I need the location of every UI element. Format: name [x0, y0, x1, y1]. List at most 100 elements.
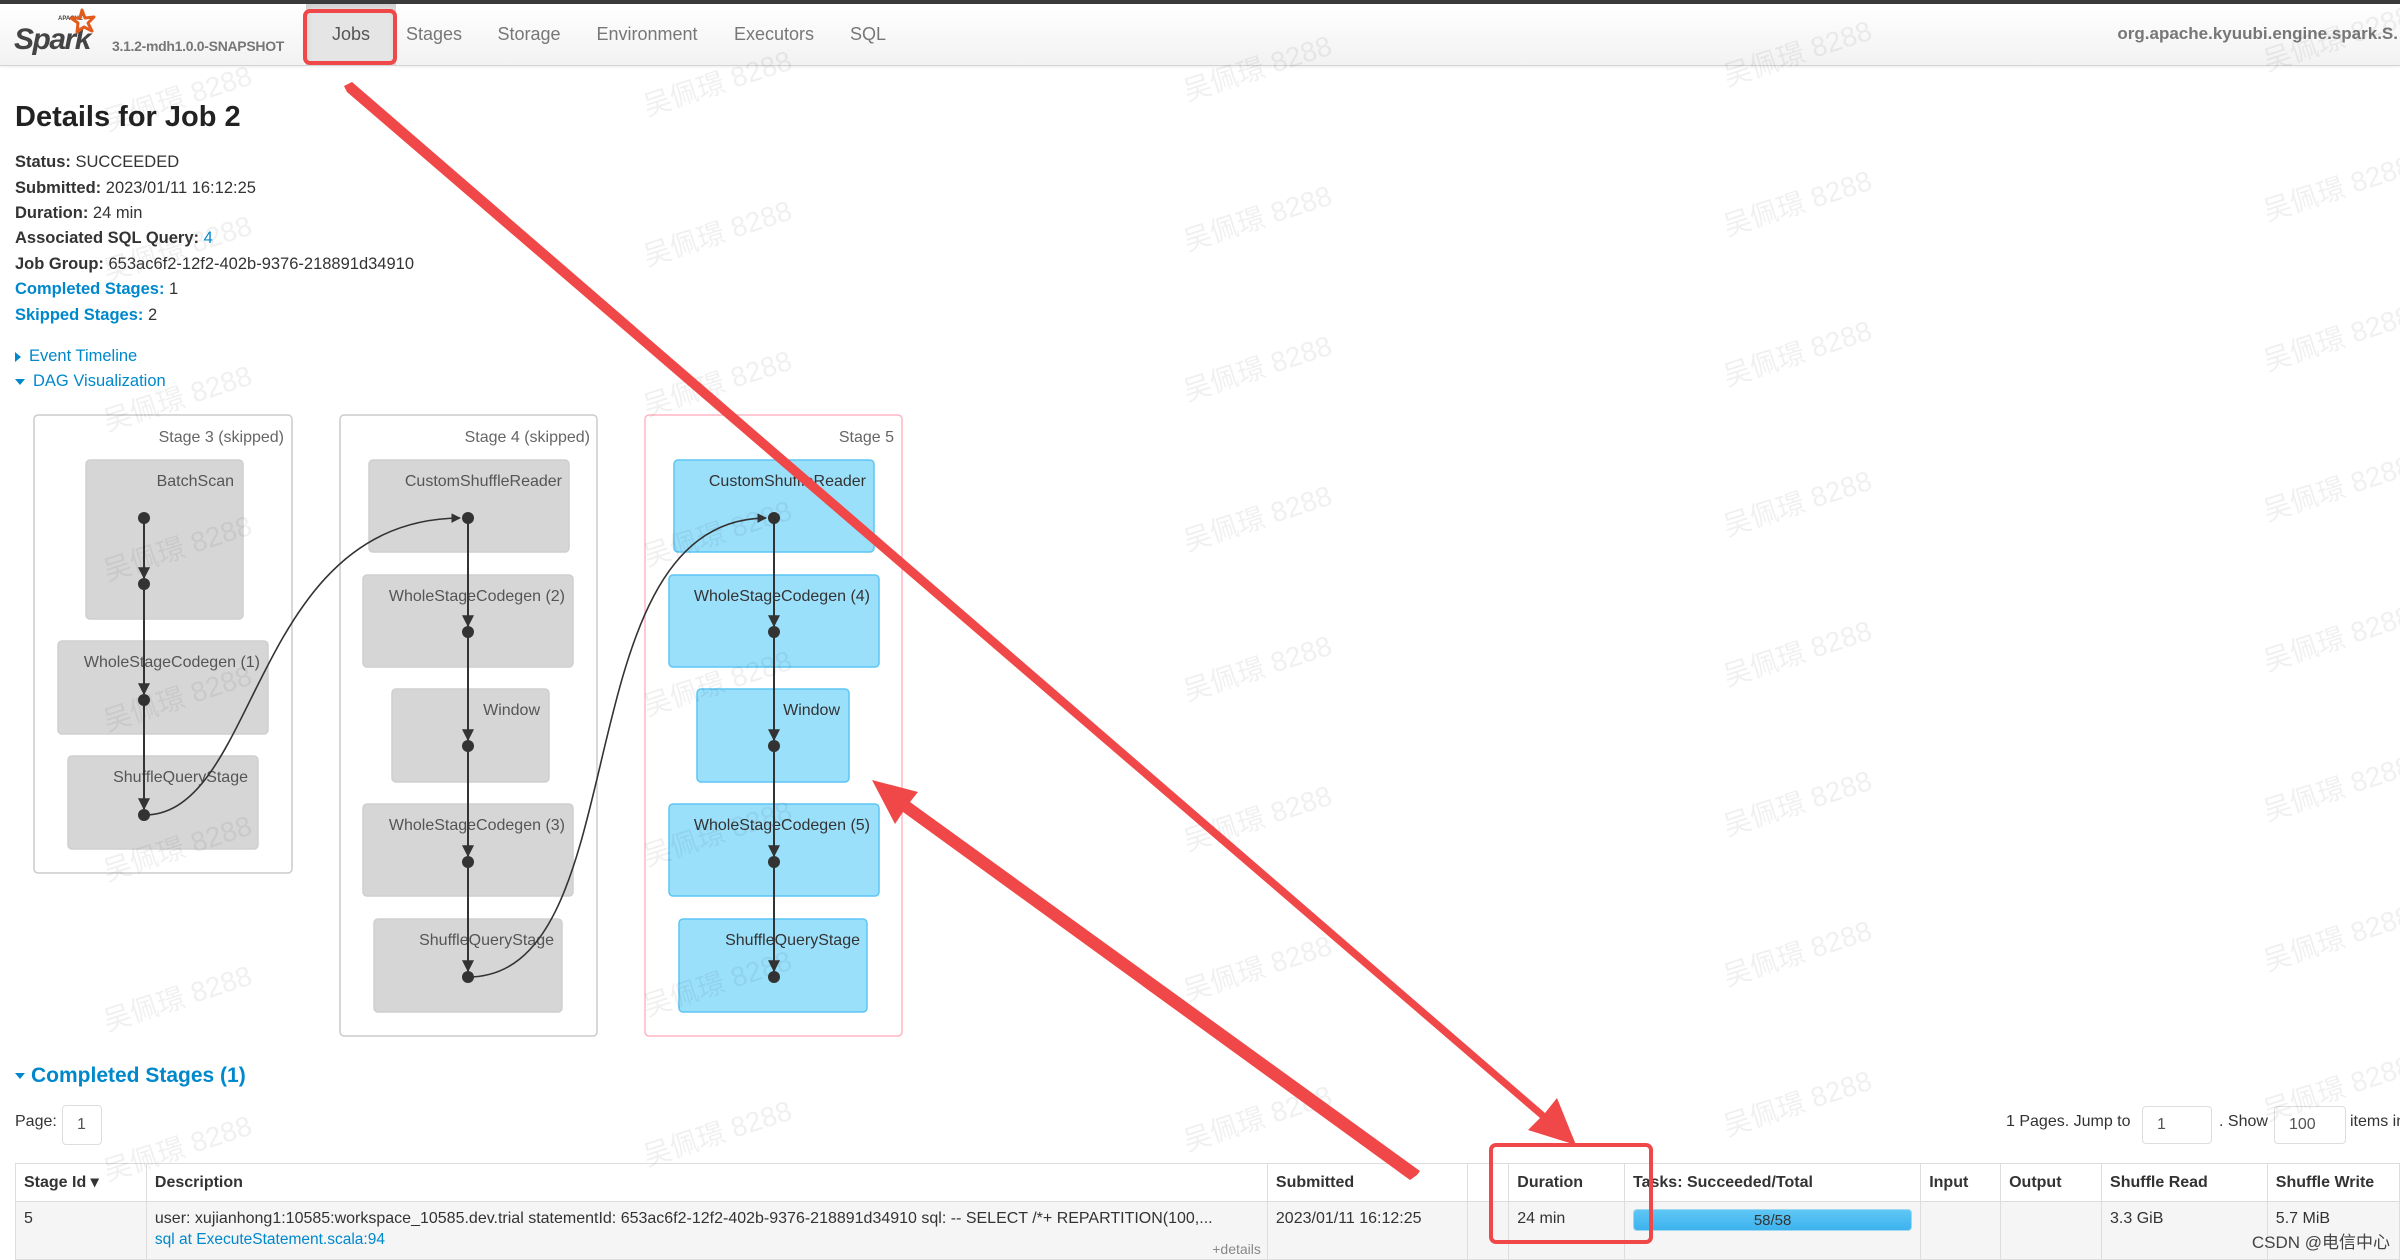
dag-dot [138, 694, 150, 706]
col-output[interactable]: Output [2000, 1163, 2103, 1202]
tab-stages[interactable]: Stages [396, 4, 472, 65]
dag-visualization: Stage 3 (skipped) BatchScan WholeStageCode… [33, 414, 903, 1037]
tab-executors[interactable]: Executors [722, 4, 826, 65]
cell-description: user: xujianhong1:10585:workspace_10585.… [145, 1201, 1268, 1260]
completed-stages-line[interactable]: Completed Stages: 1 [15, 280, 178, 299]
completed-stages-heading[interactable]: Completed Stages (1) [15, 1064, 246, 1088]
dag-node-label: CustomShuffleReader [709, 473, 867, 490]
col-duration[interactable]: Duration [1508, 1163, 1626, 1202]
csdn-credit: CSDN @电信中心 [2251, 1233, 2390, 1252]
watermark-text: 吴佩璟 8288 [1719, 315, 1876, 393]
dag-node-label: WholeStageCodegen (4) [694, 588, 870, 605]
completed-stages-table: Stage Id ▾ Description Submitted Duratio… [15, 1163, 2400, 1260]
job-group-value: 653ac6f2-12f2-402b-9376-218891d34910 [108, 255, 415, 273]
description-text: user: xujianhong1:10585:workspace_10585.… [154, 1210, 1213, 1227]
dag-visualization-toggle[interactable]: DAG Visualization [15, 372, 166, 391]
watermark-text: 吴佩璟 8288 [1179, 180, 1336, 258]
stage-link[interactable]: sql at ExecuteStatement.scala:94 [155, 1231, 1259, 1249]
col-shuffle-write[interactable]: Shuffle Write [2266, 1163, 2400, 1202]
skipped-stages-link[interactable]: Skipped Stages: [15, 306, 143, 324]
job-group-line: Job Group: 653ac6f2-12f2-402b-9376-21889… [15, 255, 414, 274]
dag-node-label: WholeStageCodegen (2) [389, 588, 565, 605]
watermark-text: 吴佩璟 8288 [1179, 930, 1336, 1008]
cell-tasks: 58/58 [1624, 1201, 1922, 1260]
event-timeline-toggle[interactable]: Event Timeline [15, 347, 137, 366]
col-submitted[interactable]: Submitted [1266, 1163, 1468, 1202]
col-input[interactable]: Input [1920, 1163, 2002, 1202]
dag-dot [768, 740, 780, 752]
col-shuffle-read[interactable]: Shuffle Read [2101, 1163, 2268, 1202]
completed-stages-link[interactable]: Completed Stages: [15, 280, 164, 298]
watermark-text: 吴佩璟 8288 [2259, 750, 2400, 828]
job-group-label: Job Group: [15, 255, 104, 273]
duration-line: Duration: 24 min [15, 204, 142, 223]
dag-node-label: CustomShuffleReader [405, 473, 563, 490]
skipped-stages-count: 2 [147, 306, 158, 324]
stage-cluster-label[interactable]: Stage 5 [839, 429, 894, 446]
col-tasks[interactable]: Tasks: Succeeded/Total [1624, 1163, 1922, 1202]
details-toggle[interactable]: +details [1212, 1241, 1261, 1257]
stage-cluster-label[interactable]: Stage 4 (skipped) [465, 429, 590, 446]
watermark-text: 吴佩璟 8288 [1719, 915, 1876, 993]
show-text-wrap: . Show [2219, 1113, 2268, 1131]
caret-right-icon [15, 351, 21, 362]
watermark-text: 吴佩璟 8288 [1179, 480, 1336, 558]
table-row: 5 user: xujianhong1:10585:workspace_1058… [15, 1201, 2400, 1260]
col-description[interactable]: Description [145, 1163, 1268, 1202]
dag-node-label: ShuffleQueryStage [725, 932, 860, 949]
cell-shuffle-read: 3.3 GiB [2101, 1201, 2268, 1260]
tasks-progress-bar: 58/58 [1633, 1209, 1913, 1231]
dag-dot [462, 626, 474, 638]
col-blank [1466, 1163, 1510, 1202]
watermark-text: 吴佩璟 8288 [1719, 615, 1876, 693]
items-text-wrap: items in a page. Go [2350, 1113, 2400, 1131]
submitted-label: Submitted: [15, 179, 102, 197]
duration-label: Duration: [15, 204, 89, 222]
dag-dot [462, 512, 474, 524]
tab-environment[interactable]: Environment [586, 4, 708, 65]
dag-dot [138, 809, 150, 821]
watermark-text: 吴佩璟 8288 [1179, 330, 1336, 408]
tab-storage[interactable]: Storage [484, 4, 574, 65]
watermark-text: 吴佩璟 8288 [1719, 765, 1876, 843]
stage-cluster-label[interactable]: Stage 3 (skipped) [159, 429, 284, 446]
pages-text: 1 Pages. Jump to [2006, 1113, 2131, 1130]
completed-stages-title: Completed Stages (1) [31, 1064, 246, 1087]
dag-node-label: Window [483, 702, 540, 719]
watermark-text: 吴佩璟 8288 [2259, 900, 2400, 978]
watermark-text: 吴佩璟 8288 [1179, 630, 1336, 708]
watermark-text: 吴佩璟 8288 [2259, 600, 2400, 678]
skipped-stages-line[interactable]: Skipped Stages: 2 [15, 306, 157, 325]
dag-dot [462, 740, 474, 752]
tab-jobs[interactable]: Jobs [306, 4, 396, 65]
status-value: SUCCEEDED [75, 153, 180, 171]
sql-query-link[interactable]: 4 [204, 229, 213, 247]
dag-node-label: WholeStageCodegen (5) [694, 817, 870, 834]
dag-node-label: WholeStageCodegen (1) [84, 654, 260, 671]
tasks-progress-text: 58/58 [1753, 1212, 1792, 1229]
page-number-button[interactable]: 1 [62, 1105, 102, 1145]
spark-logo[interactable]: APACHE Spark [14, 8, 109, 58]
caret-down-icon [15, 1073, 25, 1080]
cell-output [2000, 1201, 2103, 1260]
caret-down-icon [15, 378, 25, 385]
pagination-controls: 1 Pages. Jump to [2006, 1113, 2131, 1131]
page-size-input[interactable] [2274, 1106, 2346, 1144]
event-timeline-label: Event Timeline [29, 347, 138, 365]
watermark-text: 吴佩璟 8288 [1719, 1065, 1876, 1143]
items-text: items in a page. Go [2350, 1113, 2400, 1130]
sql-query-label: Associated SQL Query: [15, 229, 200, 247]
tab-sql[interactable]: SQL [840, 4, 896, 65]
col-stage-id[interactable]: Stage Id ▾ [15, 1163, 147, 1202]
cell-submitted: 2023/01/11 16:12:25 [1266, 1201, 1468, 1260]
watermark-text: 吴佩璟 8288 [2259, 450, 2400, 528]
page-title: Details for Job 2 [15, 101, 241, 133]
table-header-row: Stage Id ▾ Description Submitted Duratio… [15, 1163, 2400, 1202]
cell-blank [1466, 1201, 1510, 1260]
watermark-text: 吴佩璟 8288 [1719, 465, 1876, 543]
cell-stage-id: 5 [15, 1201, 147, 1260]
watermark-text: 吴佩璟 8288 [2259, 300, 2400, 378]
dag-dot [462, 971, 474, 983]
watermark-text: 吴佩璟 8288 [639, 195, 796, 273]
jump-to-page-input[interactable] [2142, 1106, 2212, 1144]
